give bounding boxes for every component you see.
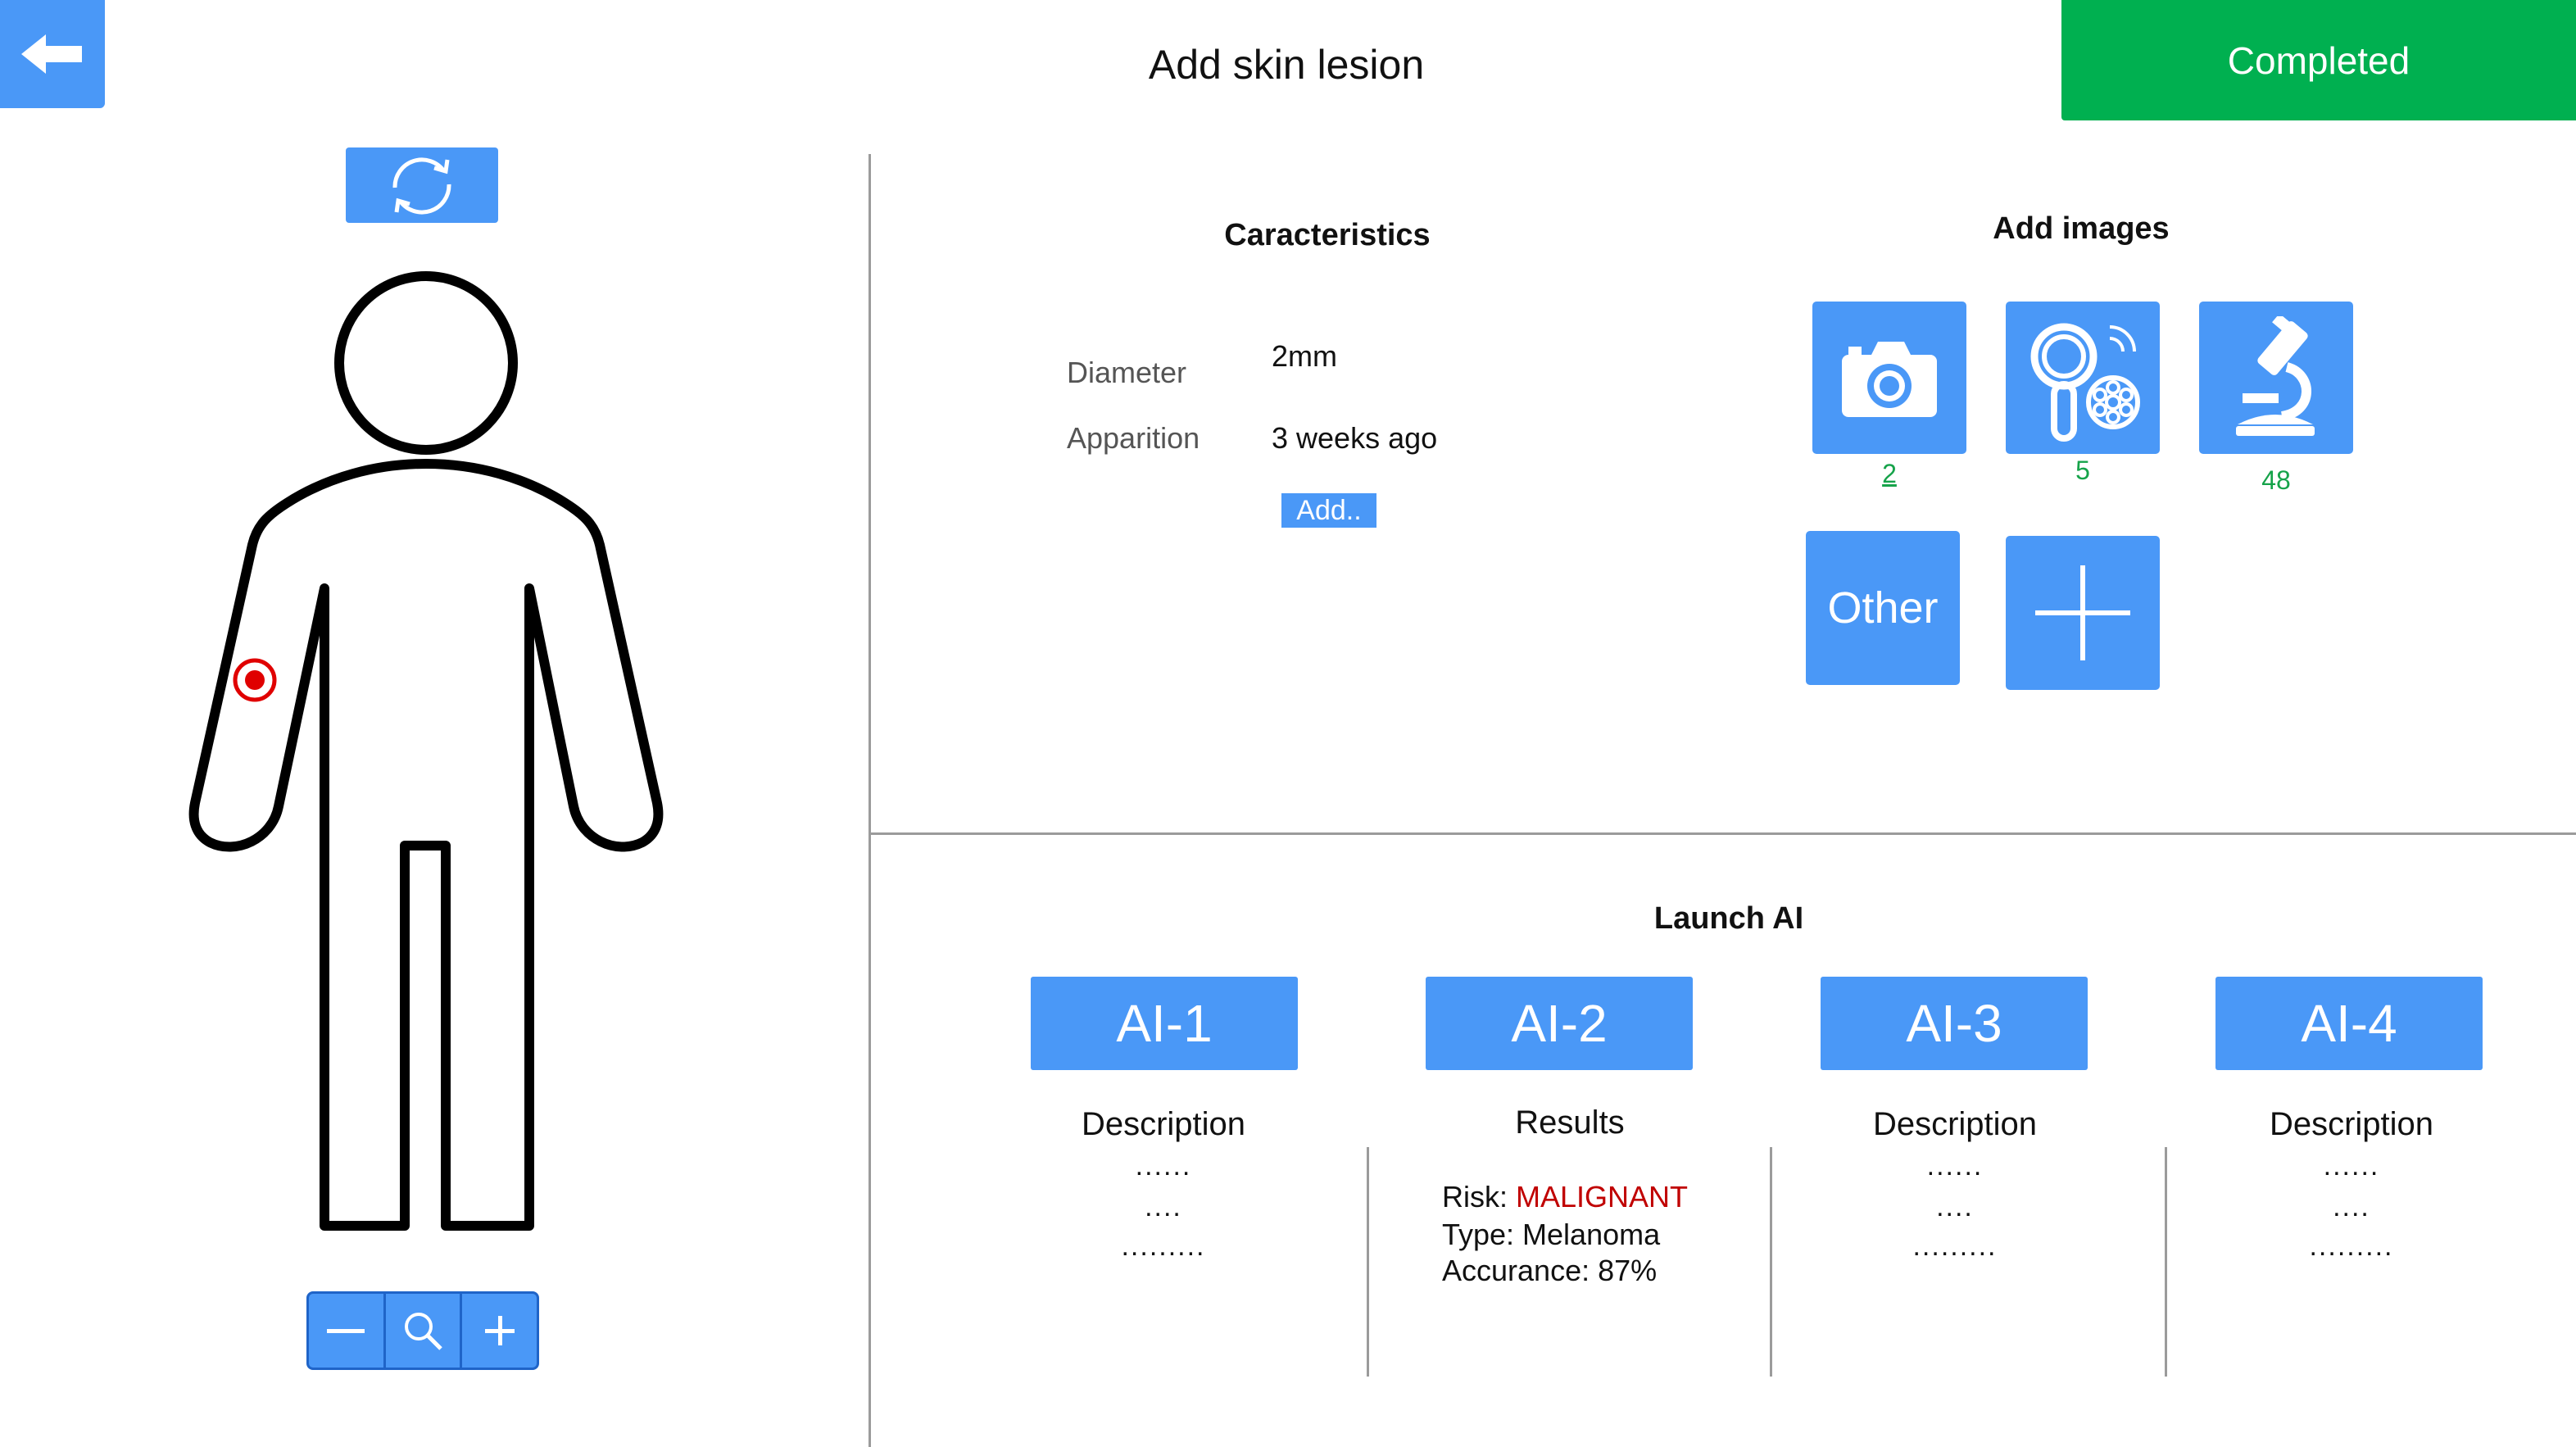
back-button[interactable] — [0, 0, 105, 108]
characteristics-heading: Caracteristics — [1224, 218, 1431, 252]
apparition-value[interactable]: 3 weeks ago — [1272, 421, 1437, 456]
plus-icon — [484, 1316, 515, 1345]
ai-1-line-2: .... — [1145, 1191, 1182, 1222]
ai-2-risk-value: MALIGNANT — [1516, 1180, 1689, 1213]
camera-count[interactable]: 2 — [1812, 459, 1966, 489]
zoom-out-button[interactable] — [309, 1294, 386, 1368]
camera-tile[interactable] — [1812, 302, 1966, 454]
dermatoscope-count[interactable]: 5 — [2006, 456, 2160, 486]
ai-1-heading: Description — [1081, 1106, 1246, 1142]
ai-3-line-1: ...... — [1926, 1150, 1984, 1182]
ai-separator-3 — [2165, 1147, 2167, 1377]
vertical-divider — [868, 154, 871, 1447]
diameter-label: Diameter — [1067, 356, 1187, 389]
completed-button[interactable]: Completed — [2061, 0, 2576, 120]
ai-2-button[interactable]: AI-2 — [1426, 977, 1693, 1070]
ai-2-label: AI-2 — [1511, 994, 1608, 1053]
ai-1-button[interactable]: AI-1 — [1031, 977, 1298, 1070]
ai-2-risk-label: Risk: — [1442, 1180, 1508, 1213]
ai-separator-1 — [1367, 1147, 1369, 1377]
minus-icon — [327, 1329, 365, 1333]
ai-4-line-1: ...... — [2323, 1150, 2380, 1182]
ai-2-type-line: Type: Melanoma — [1442, 1218, 1661, 1251]
ai-3-label: AI-3 — [1906, 994, 2002, 1053]
ai-4-heading: Description — [2269, 1106, 2434, 1142]
microscope-count[interactable]: 48 — [2199, 465, 2353, 496]
launch-ai-heading: Launch AI — [1653, 901, 1804, 936]
body-outline — [188, 459, 664, 1231]
ai-1-line-1: ...... — [1135, 1150, 1192, 1182]
other-image-button[interactable]: Other — [1806, 531, 1960, 685]
body-figure[interactable] — [164, 262, 688, 1245]
apparition-label: Apparition — [1067, 421, 1200, 455]
ai-3-button[interactable]: AI-3 — [1821, 977, 2088, 1070]
microscope-tile[interactable] — [2199, 302, 2353, 454]
page-title: Add skin lesion — [1148, 42, 1425, 88]
body-head — [334, 271, 518, 455]
add-images-heading: Add images — [1993, 211, 2170, 246]
zoom-reset-button[interactable] — [386, 1294, 463, 1368]
ai-2-accuracy-line: Accurance: 87% — [1442, 1254, 1658, 1287]
microscope-icon — [2236, 316, 2315, 436]
add-image-button[interactable] — [2006, 536, 2160, 690]
completed-label: Completed — [2227, 39, 2410, 82]
ai-4-line-2: .... — [2333, 1191, 2370, 1222]
ai-3-heading: Description — [1872, 1106, 2038, 1142]
ai-4-line-3: ......... — [2309, 1231, 2394, 1262]
add-characteristic-button[interactable]: Add.. — [1281, 493, 1376, 528]
dermatoscope-tile[interactable] — [2006, 302, 2160, 454]
zoom-in-button[interactable] — [462, 1294, 537, 1368]
camera-icon — [1842, 342, 1937, 417]
rotate-icon — [392, 157, 451, 215]
ai-4-label: AI-4 — [2301, 994, 2397, 1053]
dermatoscope-icon — [2030, 323, 2140, 442]
ai-1-label: AI-1 — [1116, 994, 1213, 1053]
other-label: Other — [1827, 583, 1939, 633]
ai-4-button[interactable]: AI-4 — [2215, 977, 2483, 1070]
horizontal-divider — [871, 832, 2576, 835]
ai-3-line-2: .... — [1936, 1191, 1974, 1222]
ai-3-line-3: ......... — [1912, 1231, 1998, 1262]
ai-separator-2 — [1770, 1147, 1772, 1377]
plus-icon — [2035, 565, 2130, 660]
diameter-value[interactable]: 2mm — [1272, 339, 1337, 374]
magnifier-icon — [405, 1313, 442, 1350]
ai-2-heading: Results — [1515, 1105, 1625, 1141]
zoom-controls — [306, 1291, 539, 1370]
rotate-view-button[interactable] — [346, 147, 498, 223]
ai-2-risk-line: Risk: MALIGNANT — [1442, 1180, 1688, 1214]
ai-1-line-3: ......... — [1121, 1231, 1206, 1262]
arrow-left-icon — [21, 34, 82, 74]
